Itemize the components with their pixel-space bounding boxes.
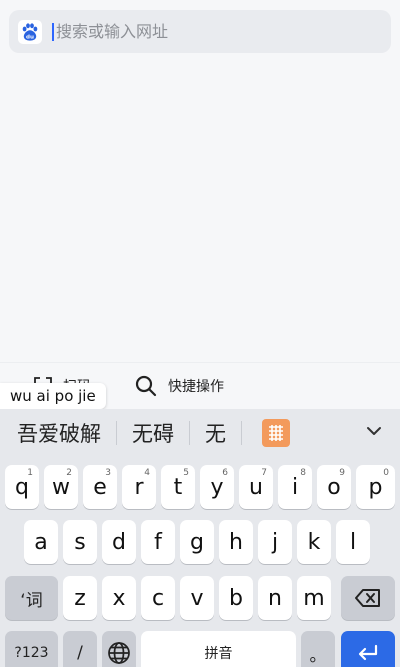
globe-icon bbox=[108, 642, 130, 664]
key-label: a bbox=[34, 529, 48, 555]
key-p[interactable]: p0 bbox=[356, 465, 395, 509]
key-w[interactable]: w2 bbox=[44, 465, 78, 509]
key-z[interactable]: z bbox=[63, 576, 97, 620]
candidate-1[interactable]: 吾爱破解 bbox=[0, 418, 116, 448]
key-s[interactable]: s bbox=[63, 520, 97, 564]
key-r[interactable]: r4 bbox=[122, 465, 156, 509]
key-g[interactable]: g bbox=[180, 520, 214, 564]
key-h[interactable]: h bbox=[219, 520, 253, 564]
key-label: t bbox=[173, 474, 183, 500]
enter-icon bbox=[358, 644, 378, 661]
key-label: ?123 bbox=[14, 645, 49, 661]
key-k[interactable]: k bbox=[297, 520, 331, 564]
key-label: q bbox=[15, 474, 29, 500]
key-label: h bbox=[229, 529, 243, 555]
key-u[interactable]: u7 bbox=[239, 465, 273, 509]
key-hint: 1 bbox=[27, 468, 33, 478]
key-n[interactable]: n bbox=[258, 576, 292, 620]
handwriting-grid-icon[interactable] bbox=[262, 419, 290, 447]
candidate-bar: 吾爱破解 无碍 无 bbox=[0, 409, 400, 457]
key-x[interactable]: x bbox=[102, 576, 136, 620]
key-y[interactable]: y6 bbox=[200, 465, 234, 509]
key-label: e bbox=[93, 474, 107, 500]
backspace-icon bbox=[355, 589, 380, 607]
key-label: v bbox=[190, 585, 204, 611]
key-label: b bbox=[229, 585, 243, 611]
slash-key[interactable]: / bbox=[63, 631, 97, 667]
key-i[interactable]: i8 bbox=[278, 465, 312, 509]
text-cursor bbox=[52, 22, 54, 41]
symbols-key[interactable]: ?123 bbox=[5, 631, 58, 667]
search-icon bbox=[134, 374, 158, 398]
key-hint: 4 bbox=[144, 468, 150, 478]
key-a[interactable]: a bbox=[24, 520, 58, 564]
key-b[interactable]: b bbox=[219, 576, 253, 620]
key-hint: 7 bbox=[261, 468, 267, 478]
baidu-paw-icon: du bbox=[22, 22, 38, 41]
key-m[interactable]: m bbox=[297, 576, 331, 620]
search-input[interactable] bbox=[56, 10, 391, 53]
space-key[interactable]: 拼音 bbox=[141, 631, 296, 667]
key-label: ‘词 bbox=[20, 590, 43, 611]
period-key[interactable]: 。 bbox=[301, 631, 335, 667]
key-label: g bbox=[190, 529, 204, 555]
key-label: x bbox=[112, 585, 126, 611]
key-q[interactable]: q1 bbox=[5, 465, 39, 509]
key-label: j bbox=[271, 529, 279, 555]
pinyin-composition: wu ai po jie bbox=[0, 383, 106, 409]
key-label: 。 bbox=[309, 645, 327, 666]
candidate-2[interactable]: 无碍 bbox=[117, 418, 189, 448]
key-hint: 8 bbox=[300, 468, 306, 478]
key-label: / bbox=[77, 643, 83, 663]
chevron-down-icon[interactable] bbox=[364, 421, 384, 445]
key-f[interactable]: f bbox=[141, 520, 175, 564]
baidu-logo-text: du bbox=[26, 34, 34, 40]
key-label: z bbox=[74, 585, 86, 611]
key-label: m bbox=[303, 585, 325, 611]
enter-key[interactable] bbox=[341, 631, 395, 667]
candidate-divider bbox=[241, 421, 242, 445]
quick-actions-button[interactable]: 快捷操作 bbox=[134, 363, 224, 409]
key-label: s bbox=[74, 529, 86, 555]
key-e[interactable]: e3 bbox=[83, 465, 117, 509]
key-label: f bbox=[154, 529, 162, 555]
language-switch-key[interactable] bbox=[102, 631, 136, 667]
key-label: w bbox=[52, 474, 70, 500]
key-t[interactable]: t5 bbox=[161, 465, 195, 509]
key-hint: 9 bbox=[339, 468, 345, 478]
key-label: p bbox=[368, 474, 383, 500]
key-c[interactable]: c bbox=[141, 576, 175, 620]
key-o[interactable]: o9 bbox=[317, 465, 351, 509]
key-label: 拼音 bbox=[204, 646, 233, 662]
key-label: d bbox=[112, 529, 126, 555]
key-label: r bbox=[134, 474, 144, 500]
key-d[interactable]: d bbox=[102, 520, 136, 564]
address-bar[interactable]: du bbox=[9, 10, 391, 53]
key-l[interactable]: l bbox=[336, 520, 370, 564]
key-hint: 0 bbox=[383, 468, 389, 478]
key-label: k bbox=[307, 529, 321, 555]
key-label: l bbox=[349, 529, 357, 555]
word-key[interactable]: ‘词 bbox=[5, 576, 58, 620]
key-j[interactable]: j bbox=[258, 520, 292, 564]
quick-actions-label: 快捷操作 bbox=[168, 379, 224, 395]
search-engine-button[interactable]: du bbox=[18, 19, 42, 44]
key-hint: 5 bbox=[183, 468, 189, 478]
key-label: n bbox=[268, 585, 282, 611]
key-label: i bbox=[291, 474, 299, 500]
key-hint: 6 bbox=[222, 468, 228, 478]
key-label: o bbox=[327, 474, 341, 500]
backspace-key[interactable] bbox=[341, 576, 395, 620]
key-label: u bbox=[249, 474, 263, 500]
keyboard: q1 w2 e3 r4 t5 y6 u7 i8 o9 p0 a s d f g … bbox=[0, 457, 400, 667]
key-label: c bbox=[151, 585, 165, 611]
candidate-3[interactable]: 无 bbox=[190, 418, 241, 448]
key-v[interactable]: v bbox=[180, 576, 214, 620]
key-hint: 3 bbox=[105, 468, 111, 478]
key-hint: 2 bbox=[66, 468, 72, 478]
key-label: y bbox=[210, 474, 224, 500]
